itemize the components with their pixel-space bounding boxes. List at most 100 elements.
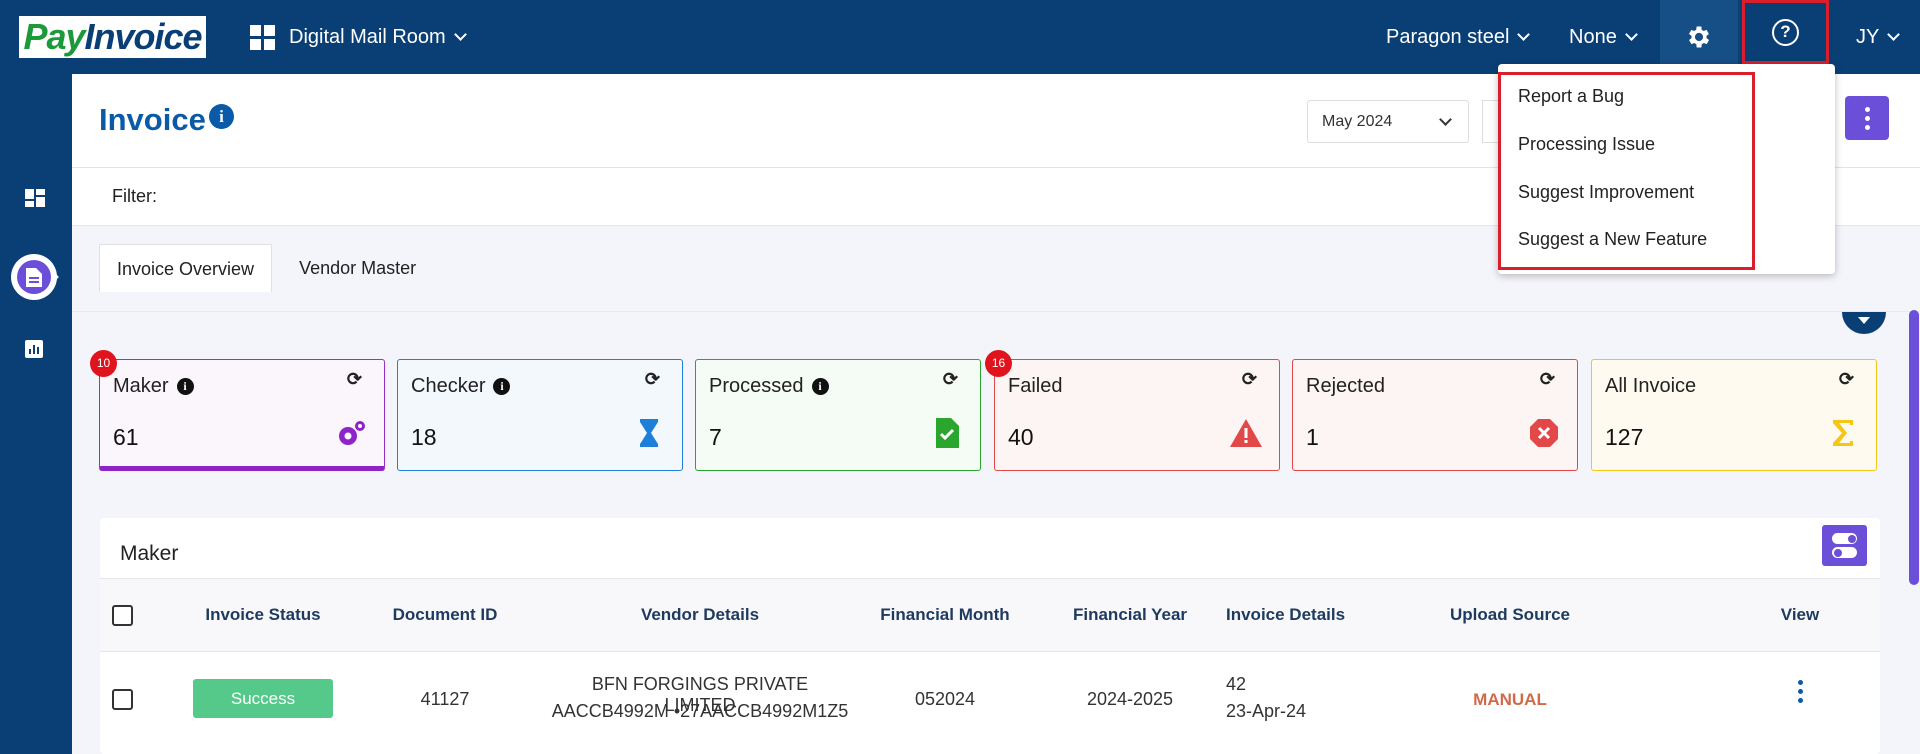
card-label: Checker xyxy=(411,375,486,397)
logo-text-pay: Pay xyxy=(23,16,85,57)
col-invoice-details[interactable]: Invoice Details xyxy=(1220,605,1380,625)
col-vendor-details[interactable]: Vendor Details xyxy=(560,605,840,625)
refresh-icon[interactable]: ⟳ xyxy=(1540,369,1555,390)
card-label: Failed xyxy=(1008,375,1063,397)
collapse-toggle-button[interactable] xyxy=(1842,312,1886,334)
financial-month: 052024 xyxy=(914,689,976,709)
user-initials: JY xyxy=(1856,26,1880,48)
warning-icon xyxy=(1230,419,1262,447)
col-invoice-status[interactable]: Invoice Status xyxy=(193,605,333,625)
user-menu[interactable]: JY xyxy=(1856,0,1901,74)
more-options-button[interactable] xyxy=(1845,96,1889,140)
col-view[interactable]: View xyxy=(1760,605,1840,625)
card-label: All Invoice xyxy=(1605,375,1697,397)
chevron-down-icon xyxy=(1887,27,1901,41)
sidebar: › xyxy=(0,74,72,754)
menu-item-suggest-improvement[interactable]: Suggest Improvement xyxy=(1518,182,1694,203)
divider xyxy=(72,311,1920,312)
entity-selector[interactable]: None xyxy=(1569,0,1638,74)
info-icon[interactable]: i xyxy=(493,378,511,395)
chevron-down-icon xyxy=(1439,113,1452,126)
table-header: Invoice Status Document ID Vendor Detail… xyxy=(100,578,1880,652)
chevron-down-icon xyxy=(453,27,467,41)
card-value: 127 xyxy=(1605,424,1644,450)
entity-label: None xyxy=(1569,26,1617,48)
status-badge: Success xyxy=(193,679,333,718)
vendor-ids: AACCB4992M •27AACCB4992M1Z5 xyxy=(551,701,849,721)
scrollbar[interactable] xyxy=(1909,310,1919,585)
module-label: Digital Mail Room xyxy=(289,26,446,48)
col-document-id[interactable]: Document ID xyxy=(350,605,540,625)
info-icon[interactable]: i xyxy=(209,104,234,129)
column-toggle-button[interactable] xyxy=(1822,525,1867,566)
chevron-down-icon xyxy=(1624,27,1638,41)
status-card-all-invoice[interactable]: All Invoice ⟳ 127 xyxy=(1591,359,1877,471)
refresh-icon[interactable]: ⟳ xyxy=(943,369,958,390)
status-card-rejected[interactable]: Rejected ⟳ 1 xyxy=(1292,359,1578,471)
refresh-icon[interactable]: ⟳ xyxy=(645,369,660,390)
col-financial-month[interactable]: Financial Month xyxy=(860,605,1030,625)
page-title: Invoice xyxy=(99,102,206,137)
sigma-icon xyxy=(1833,420,1853,446)
info-icon[interactable]: i xyxy=(176,378,194,395)
col-upload-source[interactable]: Upload Source xyxy=(1400,605,1620,625)
hourglass-icon xyxy=(640,419,658,447)
report-chart-icon[interactable] xyxy=(25,340,45,358)
upload-source: MANUAL xyxy=(1473,690,1547,709)
table-row[interactable]: Success 41127 BFN FORGINGS PRIVATE LIMIT… xyxy=(100,652,1880,754)
chevron-right-icon: › xyxy=(54,268,60,285)
module-selector[interactable]: Digital Mail Room xyxy=(250,0,467,74)
invoice-number: 42 xyxy=(1226,674,1247,694)
menu-item-processing-issue[interactable]: Processing Issue xyxy=(1518,134,1655,155)
refresh-icon[interactable]: ⟳ xyxy=(1839,369,1854,390)
payinvoice-logo[interactable]: PayInvoice xyxy=(19,16,206,58)
card-value: 7 xyxy=(709,424,722,450)
close-circle-icon xyxy=(1530,419,1558,447)
module-grid-icon xyxy=(250,24,275,50)
invoice-date: 23-Apr-24 xyxy=(1226,701,1307,721)
refresh-icon[interactable]: ⟳ xyxy=(347,369,362,390)
company-selector[interactable]: Paragon steel xyxy=(1386,0,1531,74)
row-checkbox[interactable] xyxy=(112,689,133,710)
gear-icon xyxy=(1688,26,1710,48)
financial-year: 2024-2025 xyxy=(1086,689,1174,709)
tab-invoice-overview[interactable]: Invoice Overview xyxy=(99,244,273,292)
refresh-icon[interactable]: ⟳ xyxy=(1242,369,1257,390)
help-dropdown-menu: Report a Bug Processing Issue Suggest Im… xyxy=(1498,64,1835,274)
select-all-checkbox[interactable] xyxy=(112,605,133,626)
row-actions-icon[interactable] xyxy=(1798,680,1803,703)
maker-panel: Maker Invoice Status Document ID Vendor … xyxy=(100,518,1880,754)
help-question-icon: ? xyxy=(1772,18,1799,46)
month-value: May 2024 xyxy=(1322,113,1393,130)
month-selector[interactable]: May 2024 xyxy=(1307,100,1469,143)
gears-icon xyxy=(339,421,365,445)
card-label: Maker xyxy=(113,375,169,397)
sidebar-item-invoice[interactable] xyxy=(11,254,57,300)
tab-bar: Invoice Overview Vendor Master xyxy=(99,244,433,292)
card-value: 61 xyxy=(113,424,139,450)
card-label: Rejected xyxy=(1306,375,1385,397)
count-badge: 16 xyxy=(985,350,1012,377)
menu-item-report-bug[interactable]: Report a Bug xyxy=(1518,86,1624,107)
count-badge: 10 xyxy=(90,350,117,377)
help-button[interactable]: ? xyxy=(1742,0,1829,64)
top-navbar: PayInvoice Digital Mail Room Paragon ste… xyxy=(0,0,1920,74)
info-icon[interactable]: i xyxy=(811,378,829,395)
tab-vendor-master[interactable]: Vendor Master xyxy=(282,244,433,292)
logo-text-invoice: Invoice xyxy=(84,16,203,57)
card-value: 18 xyxy=(411,424,437,450)
menu-item-suggest-feature[interactable]: Suggest a New Feature xyxy=(1518,229,1707,250)
chevron-down-icon xyxy=(1517,27,1531,41)
document-check-icon xyxy=(936,418,959,448)
status-card-failed[interactable]: 16 Failed ⟳ 40 xyxy=(985,350,1280,471)
filter-label: Filter: xyxy=(112,186,157,206)
col-financial-year[interactable]: Financial Year xyxy=(1050,605,1210,625)
status-card-checker[interactable]: Checker i ⟳ 18 xyxy=(397,359,683,471)
card-value: 40 xyxy=(1008,424,1034,450)
status-card-processed[interactable]: Processed i ⟳ 7 xyxy=(695,359,981,471)
status-card-maker[interactable]: 10 Maker i ⟳ 61 xyxy=(90,350,385,471)
card-value: 1 xyxy=(1306,424,1319,450)
document-id: 41127 xyxy=(420,689,470,709)
settings-button[interactable] xyxy=(1660,0,1738,74)
dashboard-icon[interactable] xyxy=(25,189,45,207)
